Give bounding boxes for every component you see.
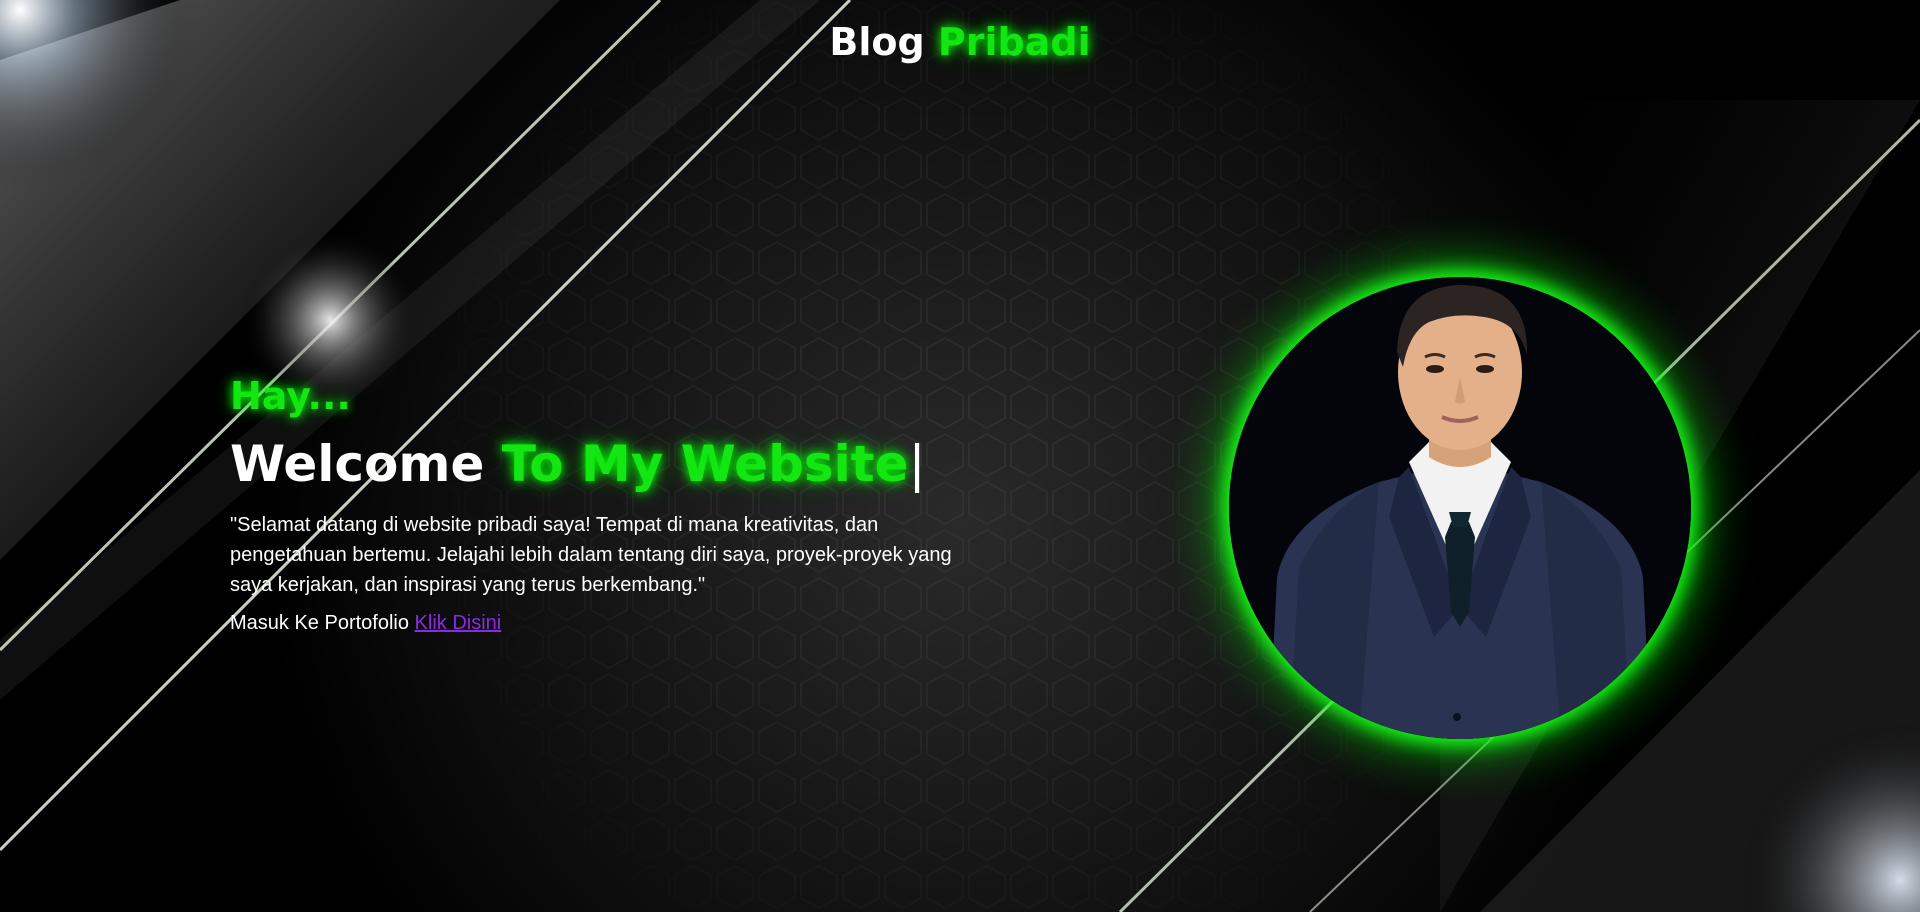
portfolio-label: Masuk Ke Portofolio <box>230 612 415 634</box>
profile-photo <box>1229 277 1691 739</box>
site-title: Blog Pribadi <box>0 20 1920 64</box>
profile-photo-avatar-icon <box>1229 277 1691 739</box>
site-title-main: Blog <box>829 20 938 64</box>
welcome-text: Welcome <box>230 435 502 493</box>
site-title-accent: Pribadi <box>937 20 1091 64</box>
welcome-accent-text: To My Website <box>501 435 909 493</box>
page-background: Blog Pribadi Hay... Welcome To My Websit… <box>0 0 1920 912</box>
hero-text-block: Hay... Welcome To My Website| "Selamat d… <box>230 372 990 635</box>
typing-caret: | <box>908 435 926 493</box>
greeting-heading: Hay... <box>230 374 351 418</box>
welcome-heading: Welcome To My Website| <box>230 434 990 494</box>
intro-paragraph: "Selamat datang di website pribadi saya!… <box>230 514 952 596</box>
portfolio-line: Masuk Ke Portofolio Klik Disini <box>230 612 990 635</box>
portfolio-link[interactable]: Klik Disini <box>415 612 502 634</box>
